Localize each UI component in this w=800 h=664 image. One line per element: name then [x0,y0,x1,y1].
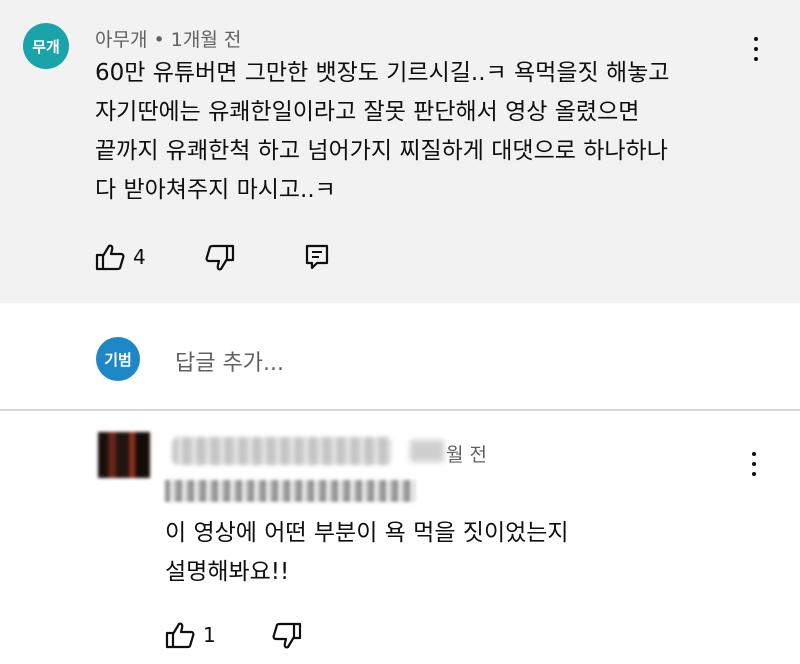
reply-button[interactable] [304,243,330,271]
reply-text: 이 영상에 어떤 부분이 욕 먹을 짓이었는지 설명해봐요!! [165,520,569,585]
reply-author[interactable] [172,437,392,465]
avatar[interactable]: 기범 [96,337,140,381]
reply-input[interactable]: 답글 추가... [175,345,284,377]
comment-time[interactable]: 1개월 전 [171,29,242,51]
more-vert-icon[interactable] [744,449,764,479]
comment-author[interactable]: 아무개 [95,29,147,51]
like-button[interactable]: 4 [95,243,146,271]
thumbs-down-icon [272,622,302,649]
dislike-button[interactable] [205,244,235,272]
meta-separator: • [153,29,165,51]
avatar[interactable]: 무개 [23,23,69,69]
dislike-button[interactable] [272,622,302,650]
reply-time-text: 월 전 [446,444,487,466]
redacted-text [165,480,415,502]
comment-meta: 아무개 • 1개월 전 [95,25,241,52]
avatar-text: 기범 [104,350,132,369]
thumbs-up-icon [95,244,125,271]
divider [0,409,800,411]
thumbs-up-icon [165,622,195,649]
thumbs-down-icon [205,244,235,271]
comment-text: 60만 유튜버면 그만한 뱃장도 기르시길..ㅋ 욕먹을짓 해놓고 자기딴에는 … [95,60,670,203]
like-count: 4 [133,245,146,269]
avatar[interactable] [98,432,150,478]
reply-time[interactable]: 월 전 [446,440,487,467]
like-button[interactable]: 1 [165,621,216,649]
like-count: 1 [203,623,216,647]
avatar-text: 무개 [32,37,60,56]
reply-icon [305,244,329,270]
redacted-time [410,440,444,462]
